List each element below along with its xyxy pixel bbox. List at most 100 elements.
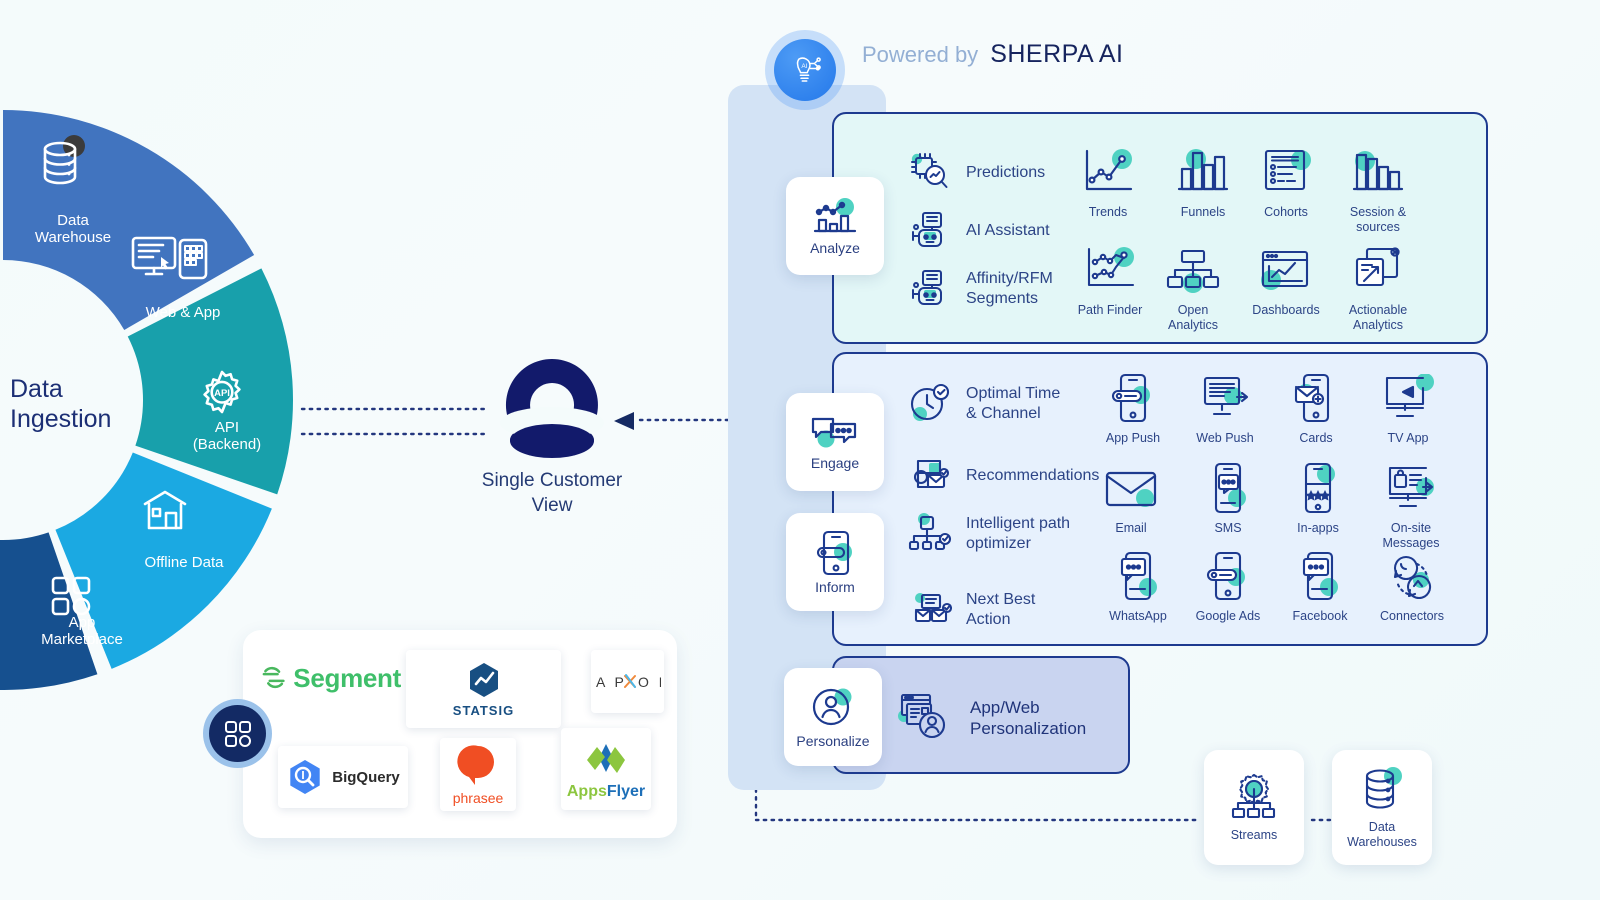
engage-chat-icon [811,417,857,448]
feature-next-best-action-label: Next Best Action [966,591,1036,628]
stage-card-engage[interactable]: Engage [786,393,884,491]
feature-optimal-time-label: Optimal Time & Channel [966,385,1061,422]
tile-connectors-label: Connectors [1380,609,1444,623]
data-ingestion-title: Data Ingestion [10,375,112,433]
affinity-rfm-robot-icon [912,270,942,305]
tile-funnels[interactable]: Funnels [1155,146,1251,220]
actionable-analytics-icon [1355,247,1400,287]
feature-predictions-label: Predictions [966,164,1046,182]
on-site-messages-icon [1388,466,1434,508]
trends-linechart-icon [1085,149,1133,191]
tile-in-apps-label: In-apps [1297,521,1339,535]
logo-bigquery[interactable]: BigQuery [278,746,408,808]
logo-apxor[interactable]: A P O R [591,650,664,713]
feature-recommendations[interactable]: Recommendations [908,455,1099,497]
sherpa-ai-badge: AI [765,30,845,110]
logo-appsflyer-text: AppsFlyer [566,782,646,800]
next-best-action-icon [914,593,952,623]
output-card-streams[interactable]: Streams [1204,750,1304,865]
tile-sms-label: SMS [1214,521,1242,535]
tile-trends-label: Trends [1088,205,1128,219]
optimal-time-clock-icon [910,383,950,421]
google-ads-icon [1206,551,1245,601]
tile-web-push[interactable]: Web Push [1177,372,1273,446]
feature-ai-assistant[interactable]: AI Assistant [908,210,1050,252]
powered-by-block: Powered by SHERPA AI [862,40,1123,69]
svg-text:AI: AI [801,63,807,70]
tile-actionable-analytics[interactable]: Actionable Analytics [1330,244,1426,333]
feature-app-web-personalization[interactable]: App/Web Personalization [896,692,1086,744]
open-analytics-tree-icon [1166,249,1220,293]
app-push-icon [1111,373,1150,423]
intelligent-path-icon [908,513,952,551]
email-envelope-icon [1105,471,1157,507]
session-sources-bars-icon [1352,151,1404,191]
ai-lightbulb-icon: AI [796,57,821,82]
facebook-icon [1302,551,1338,601]
tile-connectors[interactable]: Connectors [1364,550,1460,624]
logo-statsig[interactable]: STATSIG [406,650,561,728]
tile-tv-app[interactable]: TV App [1360,372,1456,446]
analyze-chart-icon [813,198,857,233]
tile-tv-app-label: TV App [1387,431,1429,445]
feature-optimal-time[interactable]: Optimal Time & Channel [908,383,1060,425]
feature-recommendations-label: Recommendations [966,467,1100,485]
cards-icon [1294,373,1330,423]
feature-next-best-action[interactable]: Next Best Action [908,588,1035,632]
feature-affinity-rfm[interactable]: Affinity/RFM Segments [908,268,1053,310]
logo-segment[interactable]: Segment [261,656,401,700]
path-finder-icon [1087,247,1135,287]
tile-session-sources-label: Session & sources [1349,205,1407,234]
tile-dashboards[interactable]: Dashboards [1238,244,1334,318]
inform-mobile-icon [816,530,852,576]
ai-assistant-robot-icon [912,212,942,247]
recommendations-icon [913,459,950,489]
output-card-data-warehouses-label: Data Warehouses [1347,819,1417,849]
tile-cards[interactable]: Cards [1268,372,1364,446]
tile-google-ads[interactable]: Google Ads [1180,550,1276,624]
app-marketplace-badge-icon [224,720,251,747]
svg-text:API: API [214,388,230,399]
tile-open-analytics[interactable]: Open Analytics [1145,244,1241,333]
whatsapp-icon [1120,551,1157,601]
tile-on-site-messages[interactable]: On-site Messages [1363,462,1459,551]
stage-card-analyze[interactable]: Analyze [786,177,884,275]
tile-facebook[interactable]: Facebook [1272,550,1368,624]
tile-sms[interactable]: SMS [1180,462,1276,536]
tile-email-label: Email [1115,521,1147,535]
powered-by-text: Powered by [862,41,979,67]
stage-card-personalize[interactable]: Personalize [784,668,882,766]
tile-on-site-messages-label: On-site Messages [1382,521,1440,550]
data-warehouses-icon [1365,766,1402,809]
statsig-logo-icon [469,663,498,697]
logo-appsflyer[interactable]: AppsFlyer [561,728,651,810]
feature-intelligent-path[interactable]: Intelligent path optimizer [908,512,1070,556]
streams-icon [1231,773,1276,819]
tile-path-finder-label: Path Finder [1077,303,1143,317]
apxor-logo-icon: A P O R [596,673,661,690]
tile-open-analytics-label: Open Analytics [1167,303,1219,332]
tile-trends[interactable]: Trends [1060,146,1156,220]
app-web-personalization-icon [898,693,946,739]
feature-app-web-personalization-label: App/Web Personalization [970,697,1087,738]
tile-in-apps[interactable]: In-apps [1270,462,1366,536]
tile-email[interactable]: Email [1083,462,1179,536]
diagram-canvas: API Data Warehouse Web & App API (Backen… [0,0,1600,900]
tile-cohorts-label: Cohorts [1264,205,1308,219]
tile-path-finder[interactable]: Path Finder [1062,244,1158,318]
tile-app-push-label: App Push [1105,431,1161,445]
logo-phrasee[interactable]: phrasee [440,738,516,811]
tile-whatsapp[interactable]: WhatsApp [1090,550,1186,624]
single-customer-view-icon [500,359,604,458]
stage-card-analyze-label: Analyze [810,240,860,256]
stage-card-inform[interactable]: Inform [786,513,884,611]
tile-app-push[interactable]: App Push [1085,372,1181,446]
stage-card-personalize-label: Personalize [796,733,870,749]
predictions-chip-icon [911,153,948,188]
tile-facebook-label: Facebook [1292,609,1348,623]
output-card-data-warehouses[interactable]: Data Warehouses [1332,750,1432,865]
tile-session-sources[interactable]: Session & sources [1330,146,1426,235]
feature-predictions[interactable]: Predictions [908,152,1045,194]
donut-segment-2[interactable] [55,452,272,669]
tile-cohorts[interactable]: Cohorts [1238,146,1334,220]
